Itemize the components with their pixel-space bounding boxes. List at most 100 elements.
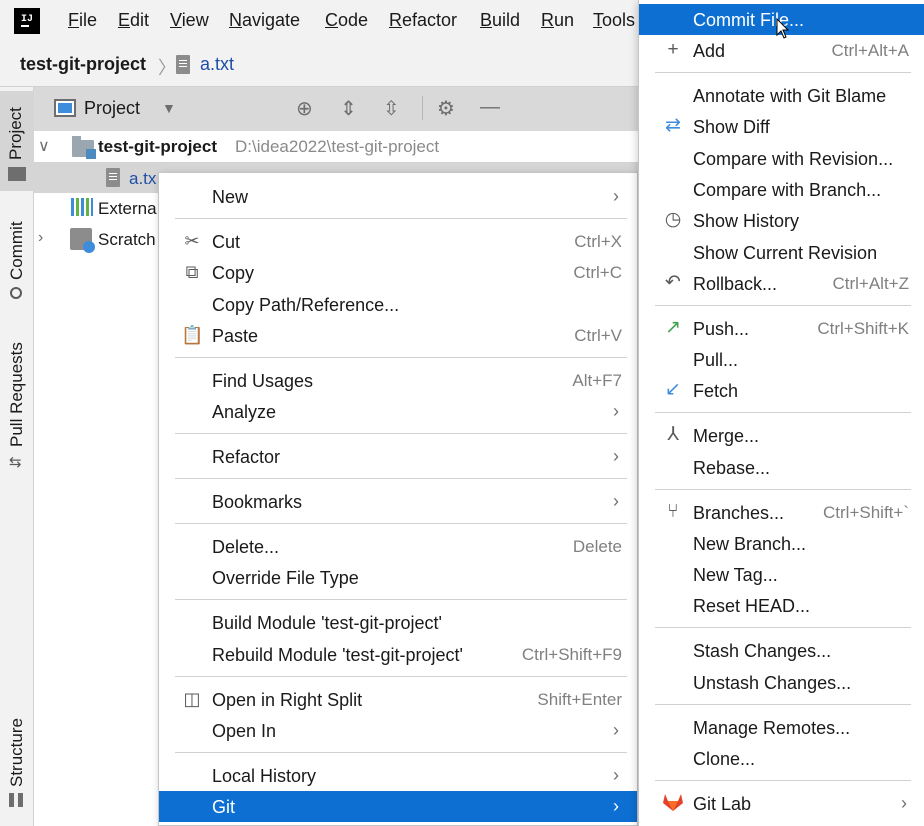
menu-item-cut[interactable]: ✂ Cut Ctrl+X [159,226,637,257]
menu-item-paste[interactable]: 📋 Paste Ctrl+V [159,320,637,351]
project-view-icon [54,99,76,117]
tool-tab-pull-requests[interactable]: Pull Requests [7,342,27,447]
tool-tab-structure[interactable]: Structure [7,718,27,787]
breadcrumb-project[interactable]: test-git-project [20,54,146,75]
menu-item-annotate[interactable]: Annotate with Git Blame [639,80,924,111]
menu-item-gitlab[interactable]: Git Lab › [639,788,924,819]
menu-item-rollback[interactable]: ↶ Rollback... Ctrl+Alt+Z [639,268,924,299]
menu-item-find-usages[interactable]: Find Usages Alt+F7 [159,365,637,396]
context-menu: New › ✂ Cut Ctrl+X ⧉ Copy Ctrl+C Copy Path/Re… [158,172,638,826]
menu-item-local-history[interactable]: Local History › [159,760,637,791]
locate-file-icon[interactable]: ⊕ [296,96,313,121]
menu-item-show-diff[interactable]: ⇄ Show Diff [639,111,924,142]
breadcrumb-file[interactable]: a.txt [200,54,234,75]
menu-separator [175,218,627,219]
chevron-right-icon: › [613,491,619,511]
libraries-icon [71,198,93,216]
menu-item-push[interactable]: ↗ Push... Ctrl+Shift+K [639,313,924,344]
menu-file[interactable]: File [68,10,97,31]
chevron-right-icon: › [901,793,907,813]
tool-tab-commit[interactable]: Commit [7,221,27,280]
menu-separator [655,627,911,628]
menu-item-compare-revision[interactable]: Compare with Revision... [639,143,924,174]
menu-item-pull[interactable]: Pull... [639,344,924,375]
text-file-icon [176,55,190,74]
copy-icon: ⧉ [185,262,199,282]
text-file-icon [106,168,120,187]
tree-root-name: test-git-project [98,137,217,156]
hide-panel-icon[interactable]: — [480,96,500,119]
menu-item-rebase[interactable]: Rebase... [639,452,924,483]
menu-item-bookmarks[interactable]: Bookmarks › [159,486,637,517]
expand-all-icon[interactable]: ⇕ [340,96,357,121]
menu-item-open-right-split[interactable]: ◫ Open in Right Split Shift+Enter [159,684,637,715]
menu-item-fetch[interactable]: ↙ Fetch [639,375,924,406]
mouse-cursor-icon [776,17,790,45]
chevron-down-icon[interactable]: ∨ [38,136,50,156]
menu-separator [655,780,911,781]
menu-item-copy-path[interactable]: Copy Path/Reference... [159,289,637,320]
menu-separator [655,412,911,413]
menu-separator [655,72,911,73]
clock-icon: ◷ [664,209,682,230]
chevron-right-icon[interactable]: › [38,229,43,247]
git-submenu: Commit File... + Add Ctrl+Alt+A Annotate w… [638,0,924,826]
menu-tools[interactable]: Tools [593,10,635,31]
menu-item-manage-remotes[interactable]: Manage Remotes... [639,712,924,743]
chevron-right-icon: › [613,446,619,466]
tool-tab-project[interactable]: Project [6,107,26,160]
menu-item-branches[interactable]: ⑂ Branches... Ctrl+Shift+` [639,497,924,528]
menu-navigate[interactable]: Navigate [229,10,300,31]
tree-root-path: D:\idea2022\test-git-project [235,137,440,156]
menu-item-stash[interactable]: Stash Changes... [639,635,924,666]
menu-run[interactable]: Run [541,10,574,31]
menu-separator [175,478,627,479]
tree-external-label: Externa [98,199,157,218]
tree-file-name: a.tx [129,169,157,188]
menu-separator [175,523,627,524]
menu-item-copy[interactable]: ⧉ Copy Ctrl+C [159,257,637,288]
ide-window: IJ File Edit View Navigate Code Refactor… [0,0,924,826]
menu-item-new[interactable]: New › [159,181,637,212]
menu-item-new-tag[interactable]: New Tag... [639,559,924,590]
menu-separator [655,489,911,490]
menu-item-delete[interactable]: Delete... Delete [159,531,637,562]
menu-item-compare-branch[interactable]: Compare with Branch... [639,174,924,205]
menu-view[interactable]: View [170,10,209,31]
project-panel-title[interactable]: Project [84,98,140,119]
dropdown-arrow-icon[interactable]: ▼ [162,100,176,116]
folder-icon [8,167,26,181]
menu-item-analyze[interactable]: Analyze › [159,396,637,427]
menu-item-open-in[interactable]: Open In › [159,715,637,746]
menu-item-show-history[interactable]: ◷ Show History [639,205,924,236]
menu-item-rebuild-module[interactable]: Rebuild Module 'test-git-project' Ctrl+Sh… [159,639,637,670]
collapse-all-icon[interactable]: ⇳ [383,96,400,121]
menu-item-new-branch[interactable]: New Branch... [639,528,924,559]
menu-build[interactable]: Build [480,10,520,31]
menu-item-override-file-type[interactable]: Override File Type [159,562,637,593]
chevron-right-icon: › [613,186,619,206]
menu-item-clone[interactable]: Clone... [639,743,924,774]
menu-item-unstash[interactable]: Unstash Changes... [639,667,924,698]
chevron-right-icon: › [613,720,619,740]
chevron-right-icon: › [613,401,619,421]
fetch-icon: ↙ [665,379,681,400]
gear-icon[interactable]: ⚙ [437,96,455,121]
tree-row-project-root[interactable]: ∨ test-git-project D:\idea2022\test-git-… [34,131,638,162]
menu-code[interactable]: Code [325,10,368,31]
merge-icon: ⅄ [667,424,679,445]
menu-item-build-module[interactable]: Build Module 'test-git-project' [159,607,637,638]
menu-item-refactor[interactable]: Refactor › [159,441,637,472]
menu-item-show-current-revision[interactable]: Show Current Revision [639,237,924,268]
module-badge-icon [86,149,96,159]
menu-separator [175,357,627,358]
plus-icon: + [667,39,679,60]
menu-item-git[interactable]: Git › [159,791,637,822]
split-icon: ◫ [183,689,201,709]
menu-separator [655,704,911,705]
menu-item-reset-head[interactable]: Reset HEAD... [639,590,924,621]
menu-separator [175,599,627,600]
menu-refactor[interactable]: Refactor [389,10,457,31]
menu-item-merge[interactable]: ⅄ Merge... [639,420,924,451]
menu-edit[interactable]: Edit [118,10,149,31]
